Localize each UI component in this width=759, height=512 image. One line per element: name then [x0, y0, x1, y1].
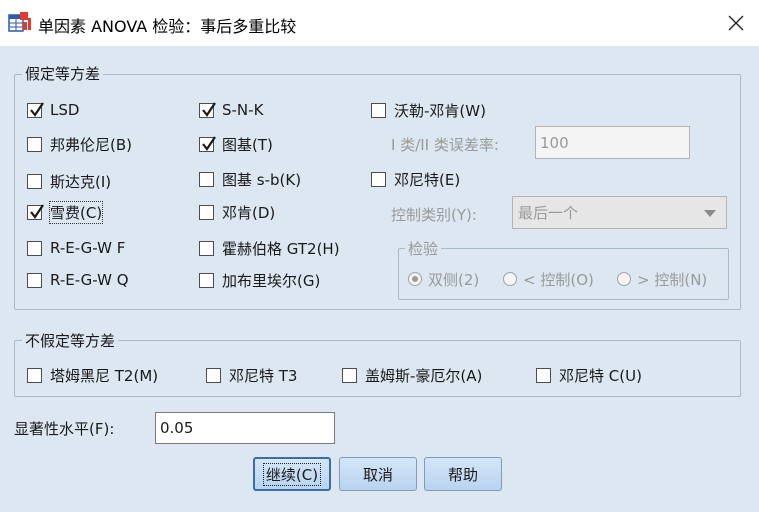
error-ratio-label: I 类/II 类误差率: [391, 136, 499, 154]
significance-value: 0.05 [160, 419, 194, 437]
dunnett-c-checkbox[interactable]: 邓尼特 C(U) [536, 364, 642, 386]
significance-label: 显著性水平(F): [14, 420, 115, 438]
two-sided-radio[interactable]: 双侧(2) [408, 268, 479, 290]
test-group-legend: 检验 [405, 238, 442, 259]
dunnett-checkbox[interactable]: 邓尼特(E) [371, 168, 460, 190]
significance-input[interactable]: 0.05 [155, 412, 335, 444]
duncan-label: 邓肯(D) [222, 203, 276, 222]
dunnett-c-label: 邓尼特 C(U) [559, 366, 642, 385]
chevron-down-icon [704, 210, 716, 217]
error-ratio-value: 100 [540, 133, 569, 152]
duncan-checkbox[interactable]: 邓肯(D) [199, 201, 275, 223]
regwq-checkbox[interactable]: R-E-G-W Q [27, 269, 129, 291]
bonferroni-label: 邦弗伦尼(B) [50, 135, 132, 154]
dunnett-t3-label: 邓尼特 T3 [229, 366, 298, 385]
bonferroni-checkbox[interactable]: 邦弗伦尼(B) [27, 133, 132, 155]
tamhane-checkbox[interactable]: 塔姆黑尼 T2(M) [27, 364, 158, 386]
gabriel-label: 加布里埃尔(G) [222, 271, 321, 290]
cancel-button[interactable]: 取消 [339, 457, 417, 491]
continue-label: 继续(C) [262, 462, 322, 486]
help-label: 帮助 [447, 465, 478, 484]
regwq-label: R-E-G-W Q [50, 271, 129, 289]
snk-checkbox[interactable]: S-N-K [199, 99, 263, 121]
cancel-label: 取消 [362, 465, 393, 484]
games-howell-checkbox[interactable]: 盖姆斯-豪厄尔(A) [342, 364, 482, 386]
close-icon[interactable] [728, 15, 744, 31]
equal-variance-legend: 假定等方差 [22, 63, 104, 84]
gabriel-checkbox[interactable]: 加布里埃尔(G) [199, 269, 320, 291]
dunnett-label: 邓尼特(E) [394, 170, 461, 189]
regwf-label: R-E-G-W F [50, 239, 126, 257]
regwf-checkbox[interactable]: R-E-G-W F [27, 237, 125, 259]
snk-label: S-N-K [222, 101, 264, 119]
greater-control-radio[interactable]: > 控制(N) [617, 268, 707, 290]
control-category-value: 最后一个 [518, 204, 579, 222]
error-ratio-input[interactable]: 100 [535, 126, 690, 159]
less-control-label: < 控制(O) [523, 270, 594, 289]
window-title: 单因素 ANOVA 检验：事后多重比较 [38, 17, 297, 36]
tukey-label: 图基(T) [222, 135, 273, 154]
help-button[interactable]: 帮助 [424, 457, 502, 491]
waller-label: 沃勒-邓肯(W) [394, 101, 486, 120]
tukey-checkbox[interactable]: 图基(T) [199, 133, 273, 155]
app-icon [8, 11, 32, 33]
control-category-select[interactable]: 最后一个 [512, 196, 727, 229]
greater-control-label: > 控制(N) [637, 270, 708, 289]
lsd-label: LSD [50, 101, 80, 119]
control-category-label: 控制类别(Y): [391, 206, 477, 224]
scheffe-checkbox[interactable]: 雪费(C) [27, 200, 104, 224]
hochberg-checkbox[interactable]: 霍赫伯格 GT2(H) [199, 237, 340, 259]
sidak-checkbox[interactable]: 斯达克(I) [27, 170, 111, 192]
lsd-checkbox[interactable]: LSD [27, 99, 79, 121]
two-sided-label: 双侧(2) [428, 270, 480, 289]
waller-checkbox[interactable]: 沃勒-邓肯(W) [371, 99, 486, 121]
hochberg-label: 霍赫伯格 GT2(H) [222, 239, 340, 258]
tukey-b-checkbox[interactable]: 图基 s-b(K) [199, 168, 301, 190]
continue-button[interactable]: 继续(C) [253, 457, 331, 491]
title-bar: 单因素 ANOVA 检验：事后多重比较 [0, 0, 759, 46]
sidak-label: 斯达克(I) [50, 172, 112, 191]
less-control-radio[interactable]: < 控制(O) [503, 268, 594, 290]
unequal-variance-legend: 不假定等方差 [22, 330, 119, 351]
tamhane-label: 塔姆黑尼 T2(M) [50, 366, 159, 385]
tukey-b-label: 图基 s-b(K) [222, 170, 302, 189]
scheffe-label: 雪费(C) [48, 200, 104, 224]
games-howell-label: 盖姆斯-豪厄尔(A) [365, 366, 483, 385]
dunnett-t3-checkbox[interactable]: 邓尼特 T3 [206, 364, 297, 386]
close-button[interactable] [713, 0, 759, 46]
